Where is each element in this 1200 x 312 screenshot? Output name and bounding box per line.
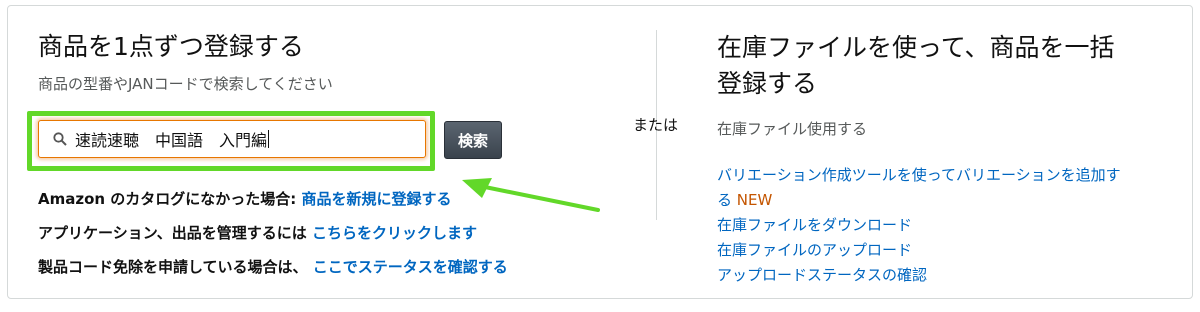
bulk-upload-title: 在庫ファイルを使って、商品を一括 登録する: [717, 30, 1187, 102]
new-badge: NEW: [736, 191, 773, 209]
search-hint: 商品の型番やJANコードで検索してください: [38, 75, 333, 93]
download-inventory-file-link[interactable]: 在庫ファイルをダウンロード: [717, 213, 1187, 238]
bulk-upload-subtitle: 在庫ファイル使用する: [717, 120, 868, 138]
search-button[interactable]: 検索: [444, 121, 502, 159]
exemption-status-link[interactable]: ここでステータスを確認する: [313, 258, 508, 276]
or-label: または: [633, 116, 679, 134]
search-input-value: 速読速聴 中国語 入門編: [75, 131, 268, 150]
bulk-upload-title-line1: 在庫ファイルを使って、商品を一括: [717, 33, 1115, 62]
help-line-exemption: 製品コード免除を申請している場合は、 ここでステータスを確認する: [38, 250, 638, 284]
single-product-title: 商品を1点ずつ登録する: [38, 32, 304, 61]
help-line-manage: アプリケーション、出品を管理するには こちらをクリックします: [38, 216, 638, 250]
help-line-text: 製品コード免除を申請している場合は、: [38, 258, 313, 276]
search-icon: [47, 120, 73, 158]
bulk-upload-panel: 在庫ファイルを使って、商品を一括 登録する 在庫ファイル使用する バリエーション…: [717, 30, 1187, 288]
bulk-upload-links: バリエーション作成ツールを使ってバリエーションを追加す る NEW 在庫ファイル…: [717, 163, 1187, 288]
variation-link-line1: バリエーション作成ツールを使ってバリエーションを追加す: [717, 166, 1121, 184]
single-product-panel: 商品を1点ずつ登録する 商品の型番やJANコードで検索してください 速読速聴 中…: [27, 30, 618, 276]
arrow-icon: [462, 178, 600, 212]
manage-listings-link[interactable]: こちらをクリックします: [312, 224, 477, 242]
add-product-card: 商品を1点ずつ登録する 商品の型番やJANコードで検索してください 速読速聴 中…: [7, 5, 1193, 299]
create-new-product-link[interactable]: 商品を新規に登録する: [302, 190, 452, 208]
text-caret: [268, 130, 270, 148]
help-line-text: アプリケーション、出品を管理するには: [38, 224, 313, 242]
upload-inventory-file-link[interactable]: 在庫ファイルのアップロード: [717, 238, 1187, 263]
variation-link-line2: る: [717, 191, 733, 209]
upload-status-link[interactable]: アップロードステータスの確認: [717, 263, 1187, 288]
bulk-upload-title-line2: 登録する: [717, 69, 818, 98]
help-line-text: Amazon のカタログになかった場合:: [38, 190, 302, 208]
search-input[interactable]: 速読速聴 中国語 入門編: [38, 120, 426, 158]
variation-tool-link[interactable]: バリエーション作成ツールを使ってバリエーションを追加す る NEW: [717, 163, 1187, 213]
